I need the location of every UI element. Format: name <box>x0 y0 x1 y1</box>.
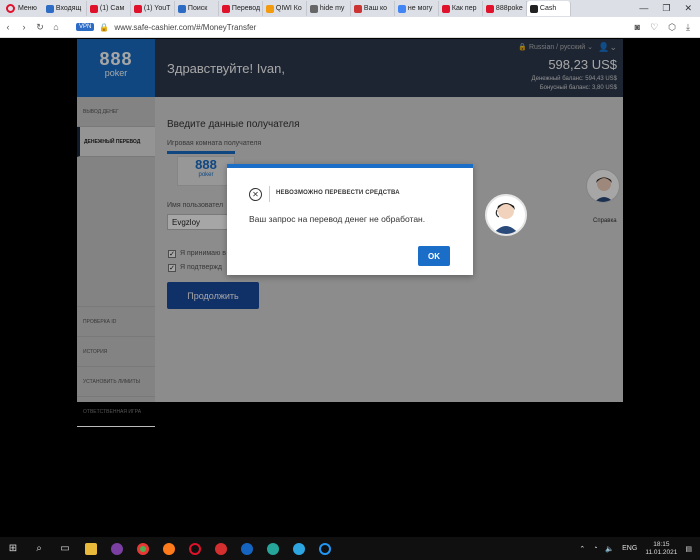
box-icon[interactable]: ⬡ <box>668 22 676 33</box>
address-bar: ‹ › ↻ ⌂ VPN 🔒 www.safe-cashier.com/#/Mon… <box>0 17 700 38</box>
notifications-icon[interactable]: ▤ <box>685 545 692 553</box>
tab-label: Как пер <box>451 5 477 12</box>
tab-label: Ваш ко <box>363 5 388 12</box>
camera-icon[interactable]: ◙ <box>635 22 640 33</box>
search-icon[interactable]: ⌕ <box>26 537 52 560</box>
tab-favicon-icon <box>89 4 98 13</box>
task-view-icon[interactable]: ▭ <box>52 537 78 560</box>
system-tray: ⌃ ◔ 🔈 ENG 18:15 11.01.2021 ▤ <box>579 541 700 557</box>
browser-tab[interactable]: hide my <box>307 1 351 16</box>
browser-tab[interactable]: Cash <box>526 1 571 16</box>
app-blue-icon[interactable] <box>234 537 260 560</box>
browser-tab[interactable]: не могу <box>395 1 439 16</box>
back-icon[interactable]: ‹ <box>0 22 16 32</box>
tab-label: Перевод <box>231 5 261 12</box>
app-ring-icon[interactable] <box>312 537 338 560</box>
browser-tab-bar: Меню Входящ (1) Сам (1) YouT Поиск Перевод QI… <box>0 0 700 17</box>
close-icon[interactable]: ✕ <box>684 3 692 14</box>
tab-label: (1) YouT <box>143 5 171 12</box>
dialog-separator <box>269 186 270 202</box>
tab-label: Входящ <box>55 5 82 12</box>
windows-start-icon[interactable]: ⊞ <box>0 537 26 560</box>
browser-tab[interactable]: 888poke <box>483 1 527 16</box>
wifi-icon[interactable]: ◔ <box>593 545 597 552</box>
ok-button[interactable]: OK <box>418 246 450 266</box>
app-teal-icon[interactable] <box>260 537 286 560</box>
clock[interactable]: 18:15 11.01.2021 <box>645 541 677 557</box>
chrome-icon[interactable] <box>130 537 156 560</box>
browser-tab[interactable]: (1) YouT <box>131 1 175 16</box>
chat-agent-avatar[interactable] <box>485 194 527 236</box>
vpn-badge[interactable]: VPN <box>76 23 95 31</box>
tab-label: (1) Сам <box>99 5 125 12</box>
lock-icon: 🔒 <box>99 22 110 32</box>
tor-browser-icon[interactable] <box>104 537 130 560</box>
tab-favicon-icon <box>397 4 406 13</box>
maximize-icon[interactable]: ❐ <box>662 3 670 14</box>
url-field[interactable]: www.safe-cashier.com/#/MoneyTransfer <box>114 23 256 32</box>
forward-icon[interactable]: › <box>16 22 32 32</box>
tab-label: QIWI Ко <box>275 5 302 12</box>
browser-tab[interactable]: Поиск <box>175 1 219 16</box>
browser-tab[interactable]: (1) Сам <box>87 1 131 16</box>
home-icon[interactable]: ⌂ <box>48 22 64 32</box>
window-controls: — ❐ ✕ <box>639 3 700 14</box>
dialog-message: Ваш запрос на перевод денег не обработан… <box>249 214 426 224</box>
file-explorer-icon[interactable] <box>78 537 104 560</box>
address-bar-actions: ◙ ♡ ⬡ ⤓ <box>635 22 700 33</box>
heart-icon[interactable]: ♡ <box>650 22 658 33</box>
telegram-icon[interactable] <box>286 537 312 560</box>
menu-label: Меню <box>18 5 37 12</box>
tab-favicon-icon <box>309 4 318 13</box>
browser-tab[interactable]: Перевод <box>219 1 263 16</box>
network-icon[interactable]: ⌃ <box>579 545 585 553</box>
language-indicator[interactable]: ENG <box>622 545 637 552</box>
tab-favicon-icon <box>353 4 362 13</box>
error-dialog: ✕ НЕВОЗМОЖНО ПЕРЕВЕСТИ СРЕДСТВА Ваш запр… <box>227 164 473 275</box>
volume-icon[interactable]: 🔈 <box>605 545 614 553</box>
browser-tab[interactable]: Как пер <box>439 1 483 16</box>
clock-time: 18:15 <box>653 540 670 548</box>
clock-date: 11.01.2021 <box>645 548 678 556</box>
browser-menu-button[interactable]: Меню <box>0 0 43 17</box>
opera-icon <box>6 4 15 13</box>
tab-favicon-icon <box>177 4 186 13</box>
tab-label: не могу <box>407 5 433 12</box>
error-close-icon[interactable]: ✕ <box>249 188 262 201</box>
opera-taskbar-icon[interactable] <box>182 537 208 560</box>
tab-favicon-icon <box>441 4 450 13</box>
app-red-icon[interactable] <box>208 537 234 560</box>
browser-tab[interactable]: QIWI Ко <box>263 1 307 16</box>
download-icon[interactable]: ⤓ <box>686 22 690 33</box>
tab-favicon-icon <box>133 4 142 13</box>
tab-label: 888poke <box>495 5 523 12</box>
tab-favicon-icon <box>265 4 274 13</box>
tab-favicon-icon <box>221 4 230 13</box>
browser-tab[interactable]: Ваш ко <box>351 1 395 16</box>
firefox-icon[interactable] <box>156 537 182 560</box>
dialog-title: НЕВОЗМОЖНО ПЕРЕВЕСТИ СРЕДСТВА <box>276 190 400 196</box>
tab-strip: Входящ (1) Сам (1) YouT Поиск Перевод QIWI Ко… <box>43 1 571 16</box>
tab-label: Cash <box>539 5 557 12</box>
tab-label: Поиск <box>187 5 208 12</box>
minimize-icon[interactable]: — <box>639 3 648 14</box>
reload-icon[interactable]: ↻ <box>32 22 48 33</box>
agent-face-icon <box>493 203 519 234</box>
tab-favicon-icon <box>485 4 494 13</box>
tab-label: hide my <box>319 5 345 12</box>
windows-taskbar: ⊞ ⌕ ▭ ⌃ ◔ 🔈 ENG 18:15 11.01.2021 ▤ <box>0 537 700 560</box>
tab-favicon-icon <box>529 4 538 13</box>
tab-favicon-icon <box>45 4 54 13</box>
browser-tab[interactable]: Входящ <box>43 1 87 16</box>
